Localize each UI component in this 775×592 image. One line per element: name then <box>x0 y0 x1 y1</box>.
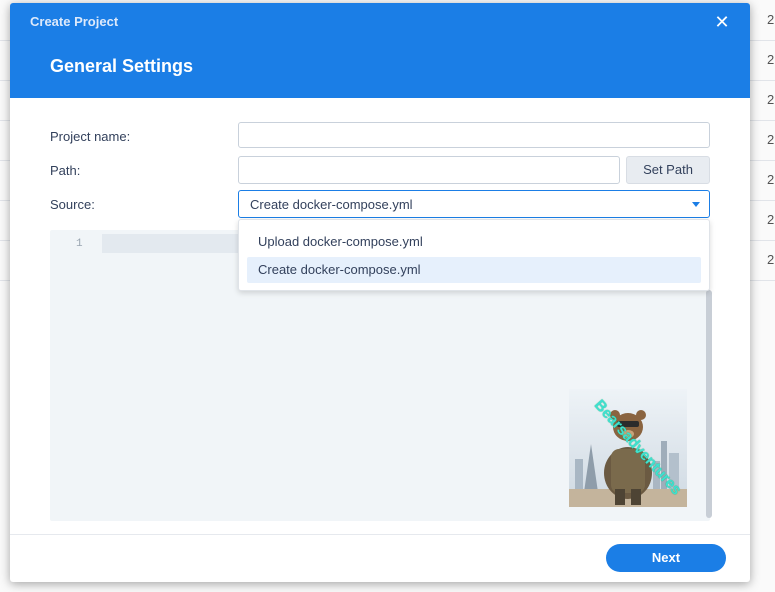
project-name-label: Project name: <box>50 129 131 144</box>
project-name-input[interactable] <box>238 122 710 148</box>
section-title: General Settings <box>50 56 194 76</box>
dialog-title: Create Project <box>30 14 119 29</box>
dialog-header: Create Project ✕ General Settings <box>10 3 750 98</box>
source-select[interactable]: Create docker-compose.yml <box>238 190 710 218</box>
bear-watermark-image: Bearsadventures <box>569 389 687 507</box>
path-label: Path: <box>50 163 81 178</box>
footer-divider <box>10 534 750 535</box>
source-dropdown-menu: Upload docker-compose.yml Create docker-… <box>238 219 710 291</box>
close-icon[interactable]: ✕ <box>712 12 732 32</box>
caret-down-icon <box>692 202 700 207</box>
editor-scrollbar[interactable] <box>706 290 712 518</box>
editor-line-number: 1 <box>76 238 83 250</box>
path-input[interactable] <box>238 156 620 184</box>
source-option-upload[interactable]: Upload docker-compose.yml <box>247 229 701 255</box>
source-option-create[interactable]: Create docker-compose.yml <box>247 257 701 283</box>
set-path-button[interactable]: Set Path <box>626 156 710 184</box>
source-label: Source: <box>50 197 95 212</box>
create-project-dialog: Create Project ✕ General Settings Projec… <box>10 3 750 582</box>
next-button[interactable]: Next <box>606 544 726 572</box>
source-select-value: Create docker-compose.yml <box>250 197 413 212</box>
